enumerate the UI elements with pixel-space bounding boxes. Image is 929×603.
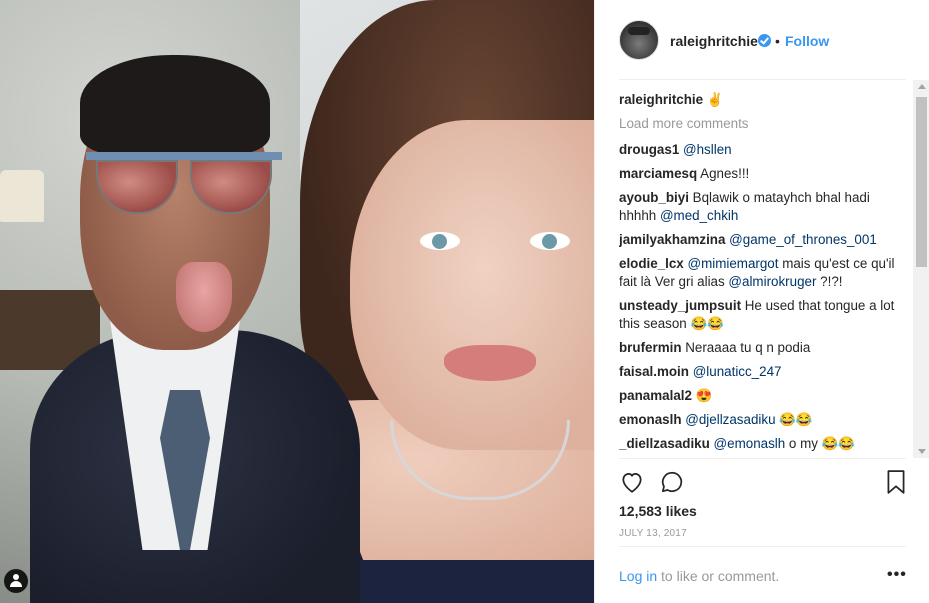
comment-item: _diellzasadiku @emonaslh o my 😂😂 (619, 435, 909, 453)
verified-badge-icon (758, 34, 771, 47)
post-username[interactable]: raleighritchie (670, 33, 758, 49)
comment-username[interactable]: ayoub_biyi (619, 190, 689, 205)
user-tag-icon[interactable] (4, 569, 28, 593)
more-options-button[interactable]: ••• (887, 566, 907, 584)
comment-username[interactable]: jamilyakhamzina (619, 232, 725, 247)
comment-item: drougas1 @hsllen (619, 141, 909, 159)
comment-mention[interactable]: @emonaslh (714, 436, 786, 451)
login-prompt: Log in to like or comment. (619, 568, 779, 584)
comment-mention[interactable]: @lunaticc_247 (693, 364, 782, 379)
woman-eye-right (530, 232, 570, 250)
post-photo[interactable] (0, 0, 594, 603)
caption-username[interactable]: raleighritchie (619, 92, 703, 107)
separator-dot: • (775, 33, 780, 49)
post-sidebar: raleighritchie • Follow raleighritchie ✌… (594, 0, 929, 603)
footer-divider (619, 546, 906, 547)
man-sunglasses (86, 152, 282, 214)
caption: raleighritchie ✌ (619, 91, 909, 109)
comment-mention[interactable]: @game_of_thrones_001 (729, 232, 877, 247)
comments-scrollbar[interactable] (913, 80, 929, 458)
bookmark-icon[interactable] (885, 469, 907, 495)
comment-username[interactable]: brufermin (619, 340, 682, 355)
comment-text: 😍 (691, 388, 713, 403)
comment-username[interactable]: drougas1 (619, 142, 679, 157)
photo-lamp (0, 170, 44, 222)
comment-text: ?!?! (816, 274, 843, 289)
comment-item: unsteady_jumpsuit He used that tongue a … (619, 297, 909, 333)
comment-icon[interactable] (659, 469, 685, 495)
comment-item: faisal.moin @lunaticc_247 (619, 363, 909, 381)
comment-item: brufermin Neraaaa tu q n podia (619, 339, 909, 357)
likes-count[interactable]: 12,583 likes (619, 503, 697, 519)
comments-list[interactable]: raleighritchie ✌ Load more comments drou… (619, 91, 909, 457)
comment-item: marciamesq Agnes!!! (619, 165, 909, 183)
post-date[interactable]: JULY 13, 2017 (619, 528, 687, 539)
lens-right (190, 160, 272, 214)
post-actions (619, 458, 906, 506)
comment-mention[interactable]: @almirokruger (728, 274, 816, 289)
comment-username[interactable]: unsteady_jumpsuit (619, 298, 741, 313)
comment-mention[interactable]: @hsllen (683, 142, 732, 157)
man-hair (80, 55, 270, 155)
comment-mention[interactable]: @med_chkih (660, 208, 738, 223)
scroll-down-arrow-icon[interactable] (918, 449, 926, 454)
comment-mention[interactable]: @djellzasadiku (685, 412, 775, 427)
avatar[interactable] (619, 20, 659, 60)
comment-username[interactable]: elodie_lcx (619, 256, 684, 271)
comment-username[interactable]: marciamesq (619, 166, 697, 181)
caption-text: ✌ (703, 92, 724, 107)
post-header: raleighritchie • Follow (595, 0, 929, 80)
woman-eye-left (420, 232, 460, 250)
comment-text: 😂😂 (775, 412, 813, 427)
header-divider (619, 79, 906, 80)
comment-username[interactable]: _diellzasadiku (619, 436, 710, 451)
login-link[interactable]: Log in (619, 568, 657, 584)
scroll-up-arrow-icon[interactable] (918, 84, 926, 89)
lens-left (96, 160, 178, 214)
comment-username[interactable]: panamalal2 (619, 388, 692, 403)
comment-text: Neraaaa tu q n podia (681, 340, 811, 355)
follow-button[interactable]: Follow (785, 33, 829, 49)
comment-text: Agnes!!! (697, 166, 750, 181)
woman-face (350, 120, 594, 450)
heart-icon[interactable] (619, 469, 645, 495)
comment-item: panamalal2 😍 (619, 387, 909, 405)
comment-username[interactable]: emonaslh (619, 412, 682, 427)
comment-item: elodie_lcx @mimiemargot mais qu'est ce q… (619, 255, 909, 291)
load-more-comments-button[interactable]: Load more comments (619, 115, 909, 133)
man-tongue (176, 262, 232, 332)
scroll-thumb[interactable] (916, 97, 927, 267)
comment-mention[interactable]: @mimiemargot (688, 256, 779, 271)
login-prompt-text: to like or comment. (657, 568, 780, 584)
comment-username[interactable]: faisal.moin (619, 364, 689, 379)
comment-text: o my 😂😂 (785, 436, 856, 451)
woman-lips (444, 345, 536, 381)
comment-item: ayoub_biyi Bqlawik o matayhch bhal hadi … (619, 189, 909, 225)
comment-item: jamilyakhamzina @game_of_thrones_001 (619, 231, 909, 249)
comment-item: emonaslh @djellzasadiku 😂😂 (619, 411, 909, 429)
